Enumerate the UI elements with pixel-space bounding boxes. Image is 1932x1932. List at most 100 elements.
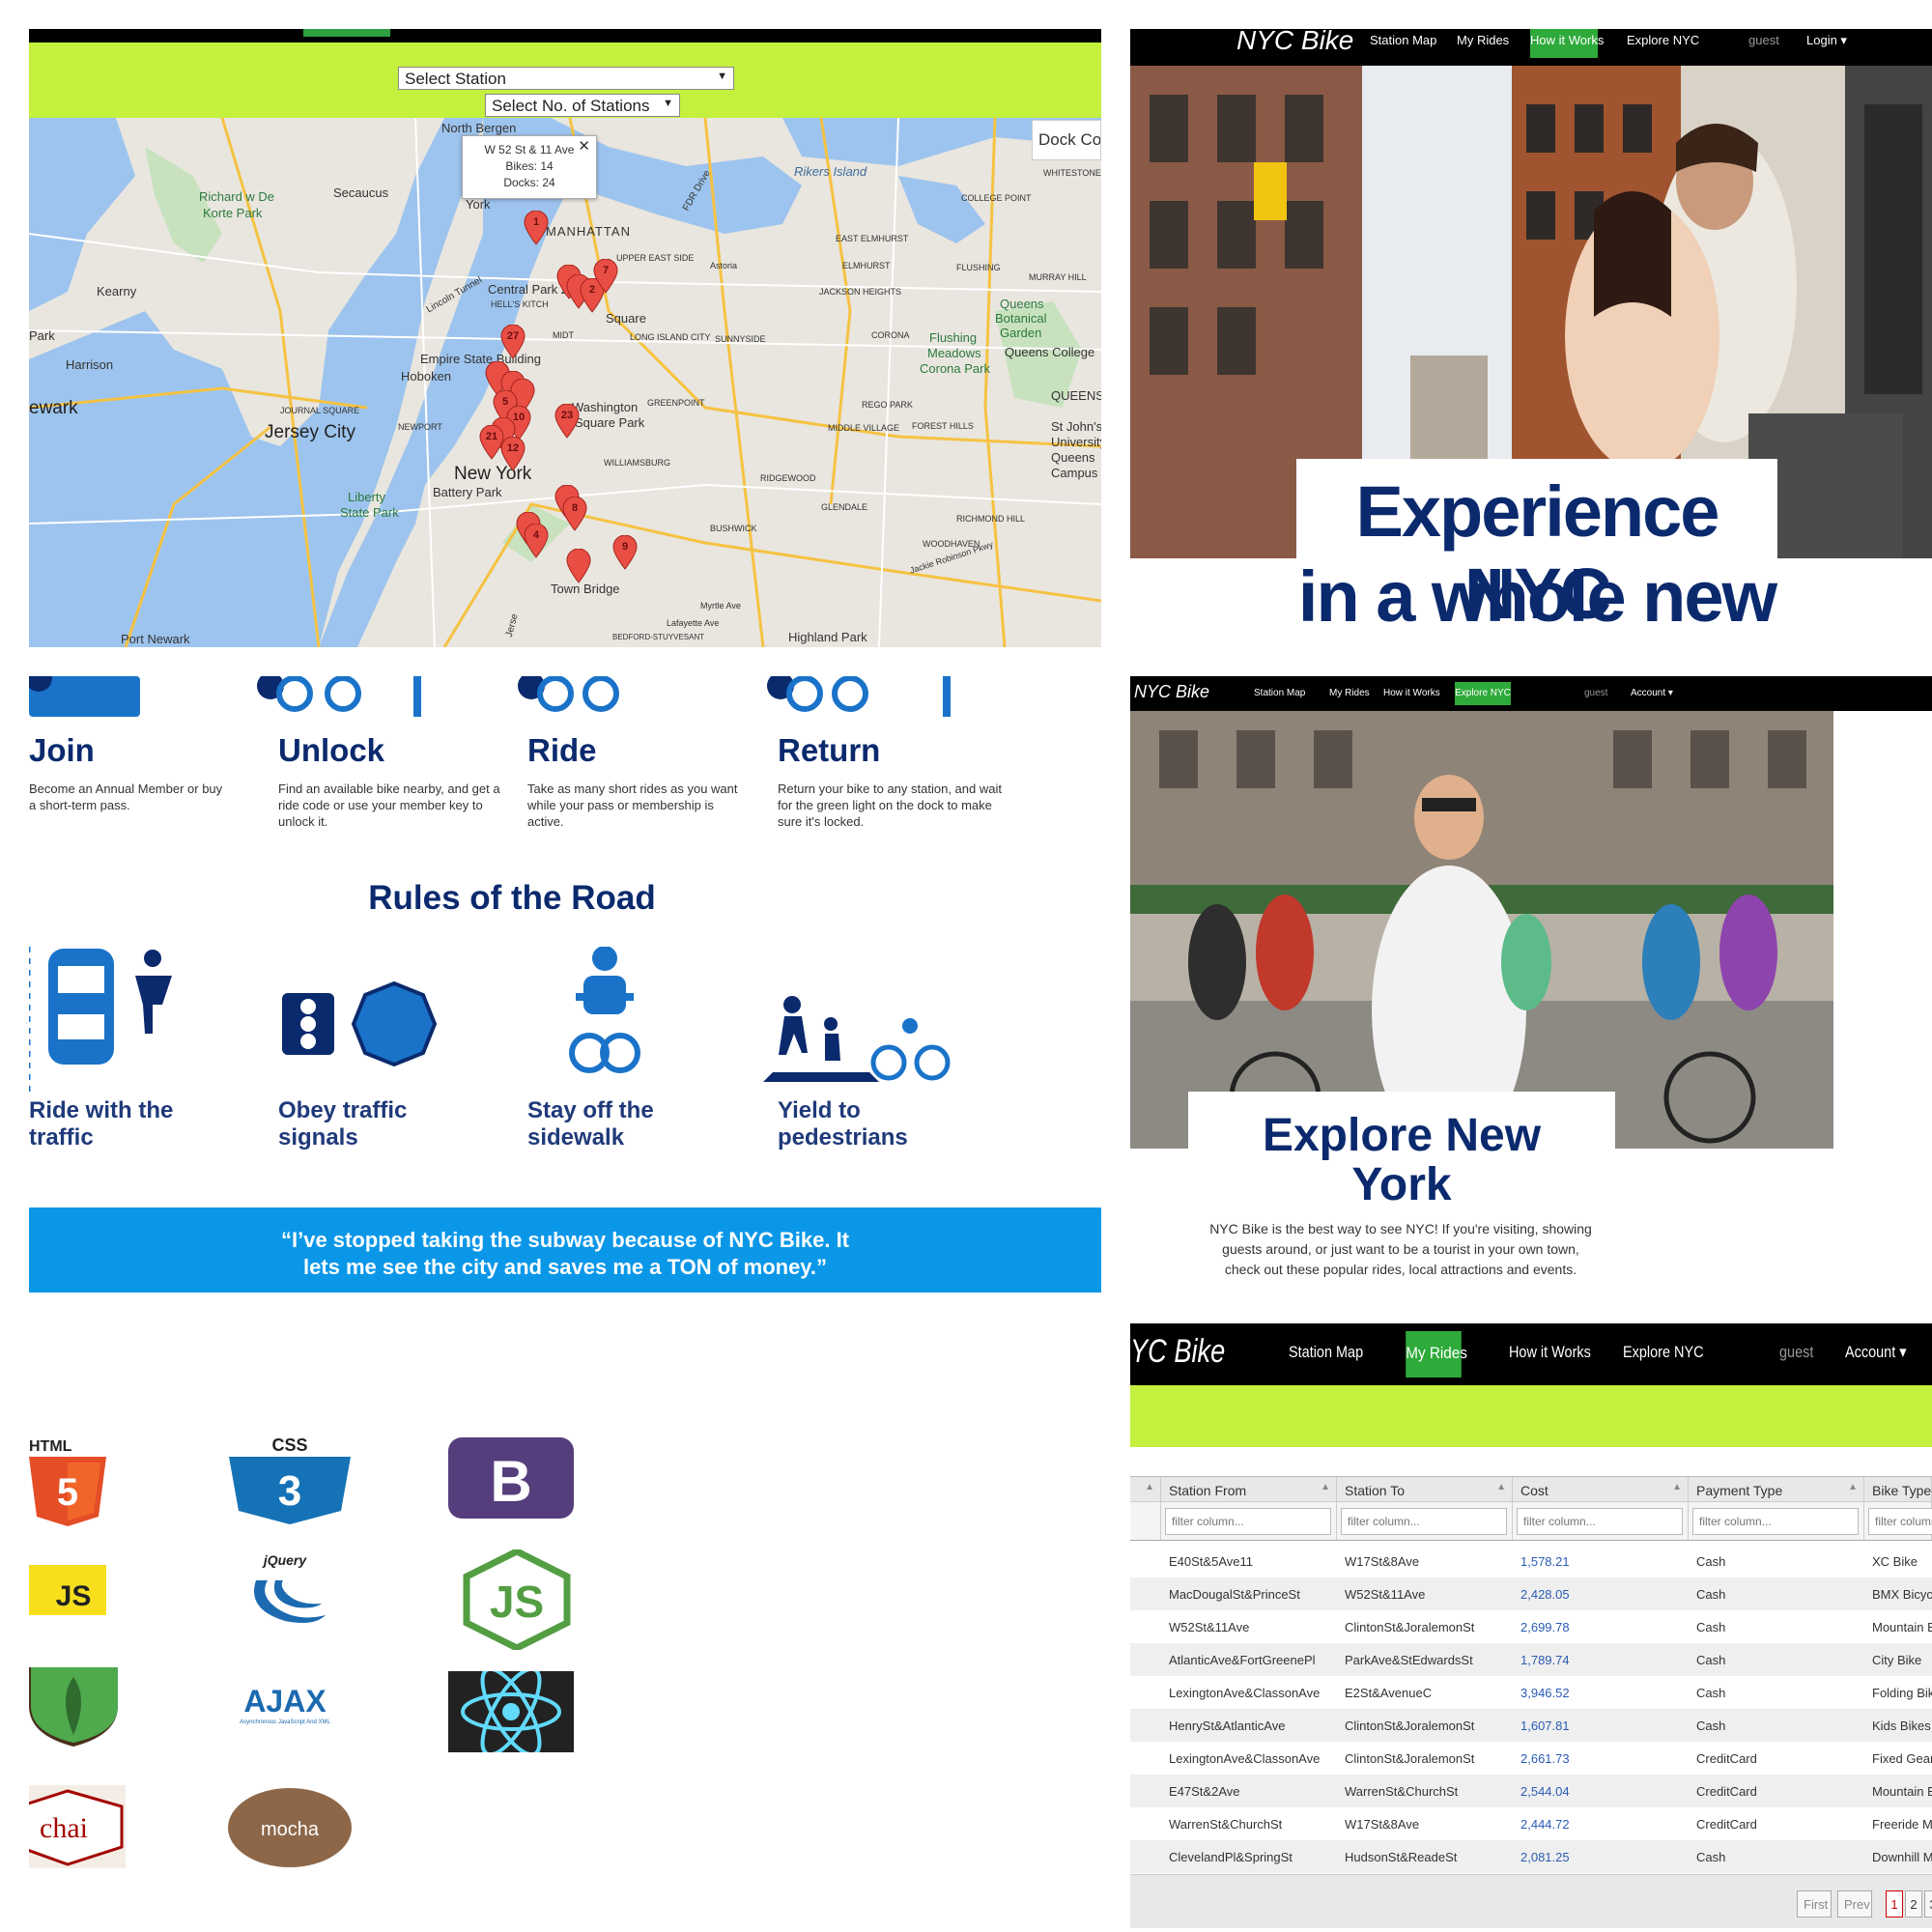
col-bike-type[interactable]: Bike Type <box>1864 1477 1932 1502</box>
nav-my-rides[interactable]: My Rides <box>1329 688 1370 698</box>
cell-payment-type: CreditCard <box>1696 1751 1757 1766</box>
map-label: FLUSHING <box>956 263 1001 272</box>
nav-my-rides[interactable]: My Rides <box>1457 33 1509 47</box>
cell-bike-type: Freeride Mo <box>1872 1817 1932 1832</box>
brand-logo[interactable]: NYC Bike <box>1134 682 1209 702</box>
col-payment-type[interactable]: Payment Type ▲ <box>1689 1477 1864 1502</box>
filter-payment-input[interactable] <box>1692 1508 1859 1535</box>
nav-account[interactable]: Account ▾ <box>1845 1343 1906 1362</box>
dock-count-control[interactable]: Dock Cou <box>1032 120 1101 160</box>
station-marker[interactable]: 27 <box>500 324 526 359</box>
station-marker[interactable] <box>566 548 591 583</box>
cell-cost: 2,699.78 <box>1520 1620 1570 1634</box>
my-rides-panel: YC Bike Station Map My Rides How it Work… <box>1130 1323 1932 1932</box>
top-navbar-strip <box>29 29 1101 43</box>
tech-stack-panel: HTML 5 CSS 3 B JS jQuery JS AJAX Asynchrono… <box>29 1323 1101 1932</box>
cell-station-to: ClintonSt&JoralemonSt <box>1345 1719 1475 1733</box>
nav-how-it-works[interactable]: How it Works <box>1383 688 1440 698</box>
header-label: Payment Type <box>1696 1483 1783 1498</box>
filter-bike-type-input[interactable] <box>1868 1508 1932 1535</box>
station-marker[interactable]: 9 <box>612 534 638 570</box>
map-label: Botanical <box>995 311 1047 326</box>
station-marker[interactable]: 23 <box>554 403 580 439</box>
select-count-dropdown[interactable]: Select No. of Stations ▼ <box>485 94 680 117</box>
sort-icon[interactable]: ▲ <box>1848 1482 1858 1492</box>
col-station-from[interactable]: Station From ▲ <box>1161 1477 1337 1502</box>
map-label: Korte Park <box>203 206 263 220</box>
info-bikes: Bikes: 14 <box>505 159 554 173</box>
sort-icon[interactable]: ▲ <box>1496 1482 1506 1492</box>
rule-4-line1: Yield to <box>778 1097 861 1123</box>
sort-icon[interactable]: ▲ <box>1145 1482 1154 1492</box>
table-row[interactable]: ClevelandPl&SpringSt HudsonSt&ReadeSt 2,08… <box>1130 1840 1932 1873</box>
col-cost[interactable]: Cost ▲ <box>1513 1477 1689 1502</box>
cell-payment-type: Cash <box>1696 1620 1726 1634</box>
rule-4-line2: pedestrians <box>778 1124 908 1151</box>
step-unlock-title: Unlock <box>278 732 385 768</box>
cell-payment-type: CreditCard <box>1696 1817 1757 1832</box>
station-marker[interactable]: 4 <box>524 523 549 558</box>
cell-station-to: ClintonSt&JoralemonSt <box>1345 1751 1475 1766</box>
hero-caption-line2: in a whole new <box>1297 556 1777 637</box>
nav-my-rides[interactable]: My Rides <box>1406 1331 1467 1378</box>
pager-page-2[interactable]: 2 <box>1905 1890 1922 1918</box>
table-row[interactable]: AtlanticAve&FortGreenePl ParkAve&StEdward… <box>1130 1643 1932 1676</box>
col-station-to[interactable]: Station To ▲ <box>1337 1477 1513 1502</box>
nav-how-it-works[interactable]: How it Works <box>1530 29 1604 58</box>
react-icon <box>448 1666 574 1757</box>
nav-how-it-works[interactable]: How it Works <box>1509 1343 1591 1362</box>
testimonial-line1: “I’ve stopped taking the subway because … <box>280 1228 850 1252</box>
pager-prev-button[interactable]: Prev <box>1837 1890 1872 1918</box>
rides-table: ▲ Station From ▲ Station To ▲ Cost ▲ Paymen… <box>1130 1476 1932 1873</box>
filter-cost-input[interactable] <box>1517 1508 1683 1535</box>
rule-icons <box>29 947 951 1092</box>
close-icon[interactable]: ✕ <box>578 138 590 155</box>
cell-station-from: E47St&2Ave <box>1169 1784 1240 1799</box>
table-row[interactable]: E47St&2Ave WarrenSt&ChurchSt 2,544.04 Credi… <box>1130 1775 1932 1807</box>
table-row[interactable]: LexingtonAve&ClassonAve ClintonSt&Joralem… <box>1130 1742 1932 1775</box>
map-label: WILLIAMSBURG <box>604 458 671 468</box>
station-marker[interactable]: 12 <box>500 436 526 471</box>
nav-login[interactable]: Login ▾ <box>1806 33 1847 48</box>
cell-station-to: W17St&8Ave <box>1345 1817 1420 1832</box>
marker-label: 27 <box>506 330 520 342</box>
station-marker[interactable]: 8 <box>562 496 587 531</box>
map-label: Washington <box>572 400 639 414</box>
pager-first-button[interactable]: First <box>1797 1890 1832 1918</box>
ajax-label: AJAX <box>243 1684 327 1719</box>
map-label: JOURNAL SQUARE <box>280 406 360 415</box>
nav-station-map[interactable]: Station Map <box>1254 688 1305 698</box>
table-row[interactable]: MacDougalSt&PrinceSt W52St&11Ave 2,428.05 C… <box>1130 1577 1932 1610</box>
brand-logo[interactable]: NYC Bike <box>1236 29 1353 56</box>
nav-station-map[interactable]: Station Map <box>1289 1343 1363 1362</box>
bike-icon <box>767 676 951 717</box>
table-row[interactable]: W52St&11Ave ClintonSt&JoralemonSt 2,699.78… <box>1130 1610 1932 1643</box>
nav-explore-nyc[interactable]: Explore NYC <box>1455 682 1511 705</box>
filter-station-to-input[interactable] <box>1341 1508 1507 1535</box>
table-row[interactable]: LexingtonAve&ClassonAve E2St&AvenueC 3,946… <box>1130 1676 1932 1709</box>
brand-logo[interactable]: YC Bike <box>1130 1333 1225 1371</box>
sort-icon[interactable]: ▲ <box>1321 1482 1330 1492</box>
station-marker[interactable]: 7 <box>593 258 618 294</box>
station-map[interactable]: North Bergen Secaucus Richard w De Korte… <box>29 118 1101 647</box>
table-row[interactable]: HenrySt&AtlanticAve ClintonSt&JoralemonSt… <box>1130 1709 1932 1742</box>
experience-nyc-panel: NYC Bike Station Map My Rides How it Wor… <box>1130 29 1932 647</box>
sort-icon[interactable]: ▲ <box>1672 1482 1682 1492</box>
rides-toolbar <box>1130 1385 1932 1447</box>
step-return-title: Return <box>778 732 881 768</box>
map-label: MANHATTAN <box>546 224 631 239</box>
pager-page-3[interactable]: 3 <box>1924 1890 1932 1918</box>
nav-explore-nyc[interactable]: Explore NYC <box>1627 33 1699 47</box>
table-row[interactable]: E40St&5Ave11 W17St&8Ave 1,578.21 Cash XC Bik… <box>1130 1545 1932 1577</box>
cell-bike-type: Folding Bike <box>1872 1686 1932 1700</box>
table-row[interactable]: WarrenSt&ChurchSt W17St&8Ave 2,444.72 Credi… <box>1130 1807 1932 1840</box>
map-label: Jersey City <box>265 422 355 442</box>
nav-explore-nyc[interactable]: Explore NYC <box>1623 1343 1704 1362</box>
station-marker[interactable]: 1 <box>524 210 549 245</box>
mocha-label: mocha <box>261 1819 320 1840</box>
nav-account[interactable]: Account ▾ <box>1631 688 1673 698</box>
select-station-dropdown[interactable]: Select Station ▼ <box>398 67 734 90</box>
filter-station-from-input[interactable] <box>1165 1508 1331 1535</box>
pager-page-1[interactable]: 1 <box>1886 1890 1903 1918</box>
nav-station-map[interactable]: Station Map <box>1370 33 1436 47</box>
